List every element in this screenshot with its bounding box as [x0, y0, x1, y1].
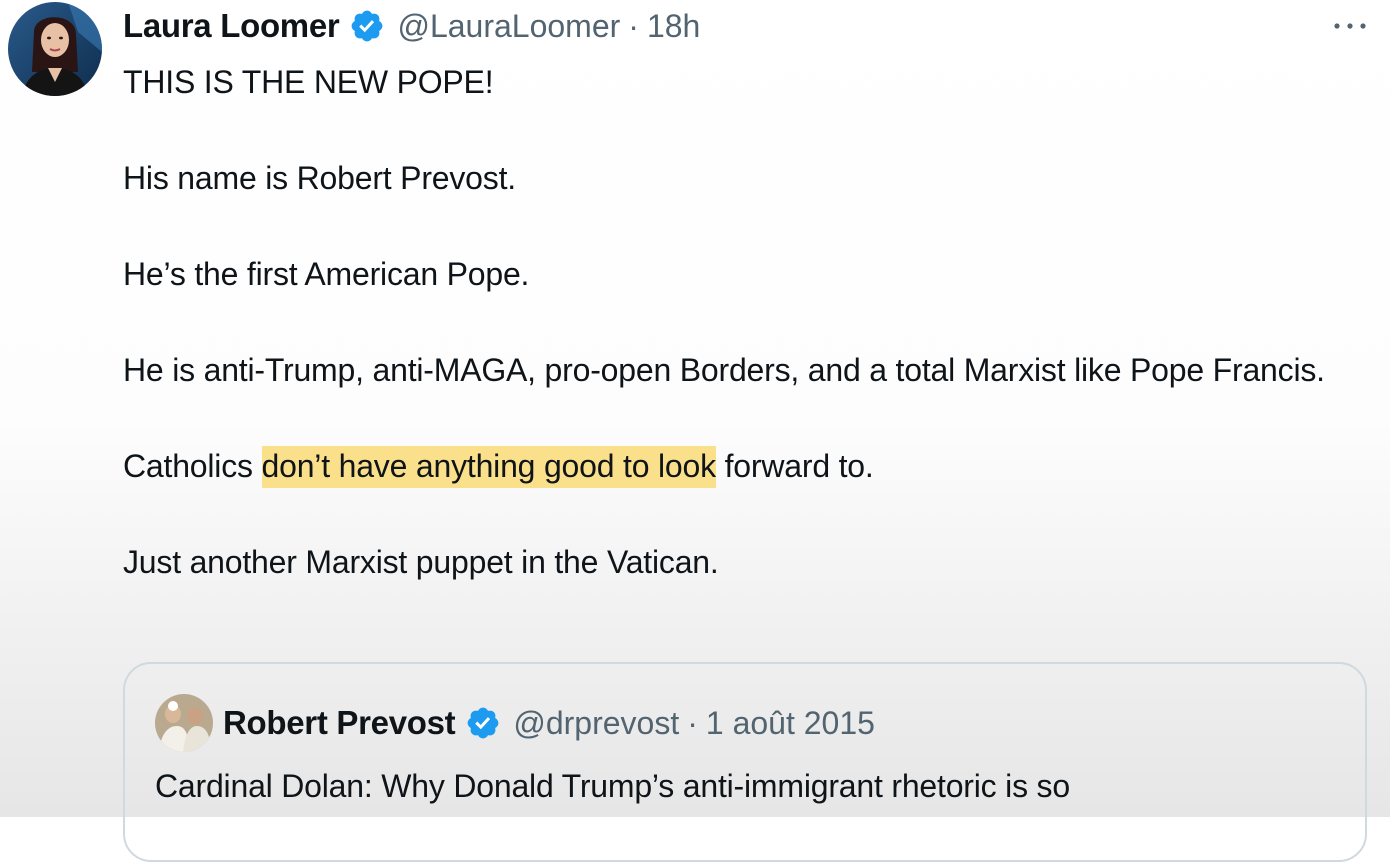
highlighted-text: don’t have anything good to look: [261, 446, 716, 488]
text-segment: forward to.: [715, 448, 874, 484]
author-avatar[interactable]: [8, 2, 102, 96]
more-horizontal-icon[interactable]: [1330, 18, 1370, 34]
text-segment: Catholics: [123, 448, 262, 484]
verified-badge-icon: [349, 8, 385, 44]
tweet-paragraph: He is anti-Trump, anti-MAGA, pro-open Bo…: [123, 352, 1325, 388]
quoted-author-avatar[interactable]: [155, 694, 213, 752]
tweet-paragraph: THIS IS THE NEW POPE!: [123, 64, 494, 100]
tweet-paragraph: He’s the first American Pope.: [123, 256, 530, 292]
quoted-tweet-text: Cardinal Dolan: Why Donald Trump’s anti-…: [155, 768, 1070, 804]
separator-dot: ·: [628, 7, 639, 44]
tweet-header: Laura Loomer @LauraLoomer · 18h: [123, 4, 700, 48]
tweet-paragraph: Catholics don’t have anything good to lo…: [123, 442, 1343, 490]
quoted-tweet-header: Robert Prevost @drprevost · 1 août 2015: [223, 702, 875, 744]
separator-dot: ·: [687, 704, 698, 741]
tweet-paragraph: Just another Marxist puppet in the Vatic…: [123, 544, 719, 580]
quoted-author-handle[interactable]: @drprevost: [513, 705, 679, 742]
tweet-body: THIS IS THE NEW POPE! His name is Robert…: [123, 58, 1343, 586]
tweet: Laura Loomer @LauraLoomer · 18h THIS IS …: [0, 0, 1390, 862]
tweet-timestamp[interactable]: 18h: [647, 8, 700, 45]
verified-badge-icon: [465, 705, 501, 741]
quoted-tweet-card[interactable]: Robert Prevost @drprevost · 1 août 2015 …: [123, 662, 1367, 862]
quoted-tweet-timestamp[interactable]: 1 août 2015: [706, 705, 875, 742]
tweet-paragraph: His name is Robert Prevost.: [123, 160, 516, 196]
author-display-name[interactable]: Laura Loomer: [123, 7, 340, 45]
quoted-author-display-name[interactable]: Robert Prevost: [223, 704, 456, 742]
author-handle[interactable]: @LauraLoomer: [397, 8, 620, 45]
